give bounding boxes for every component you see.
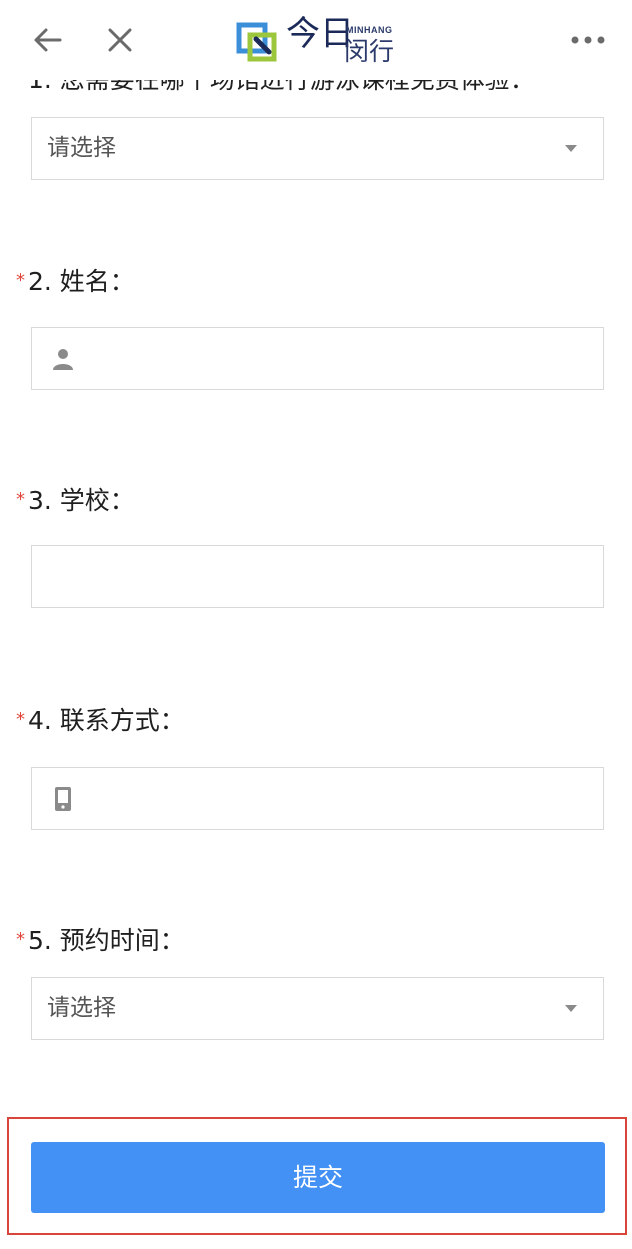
back-button[interactable] bbox=[26, 18, 70, 62]
question-4-text: 4. 联系方式： bbox=[28, 706, 185, 735]
phone-icon bbox=[55, 787, 71, 811]
school-input[interactable] bbox=[47, 546, 591, 609]
venue-select-value: 请选择 bbox=[47, 135, 116, 161]
submit-button[interactable]: 提交 bbox=[31, 1142, 605, 1213]
more-horizontal-icon bbox=[571, 36, 605, 44]
close-icon bbox=[108, 28, 132, 52]
required-mark: * bbox=[16, 929, 25, 950]
contact-field[interactable] bbox=[31, 767, 604, 831]
question-4-label: * 4. 联系方式： bbox=[16, 705, 185, 736]
more-button[interactable] bbox=[566, 18, 610, 62]
logo-chinese: 闵行 bbox=[344, 37, 395, 66]
contact-input[interactable] bbox=[90, 768, 594, 831]
question-3-text: 3. 学校： bbox=[28, 486, 135, 515]
question-5-text: 5. 预约时间： bbox=[28, 926, 185, 955]
required-mark: * bbox=[16, 270, 25, 291]
name-input[interactable] bbox=[90, 328, 594, 391]
question-2-text: 2. 姓名： bbox=[28, 267, 135, 296]
required-mark: * bbox=[16, 709, 25, 730]
person-icon bbox=[53, 349, 73, 370]
question-5-label: * 5. 预约时间： bbox=[16, 925, 185, 956]
caret-down-icon bbox=[565, 1005, 577, 1012]
arrow-left-icon bbox=[34, 28, 62, 52]
top-nav-bar: 今日 MINHANG 闵行 bbox=[0, 0, 632, 80]
logo-mark-icon bbox=[236, 22, 277, 62]
name-field[interactable] bbox=[31, 327, 604, 391]
close-button[interactable] bbox=[98, 18, 142, 62]
required-mark: * bbox=[16, 489, 25, 510]
time-select[interactable]: 请选择 bbox=[31, 977, 604, 1040]
logo-english: MINHANG bbox=[346, 25, 393, 35]
question-2-label: * 2. 姓名： bbox=[16, 266, 135, 297]
app-logo: 今日 MINHANG 闵行 bbox=[236, 12, 406, 70]
time-select-value: 请选择 bbox=[47, 995, 116, 1021]
venue-select[interactable]: 请选择 bbox=[31, 117, 604, 180]
school-field[interactable] bbox=[31, 545, 604, 609]
caret-down-icon bbox=[565, 145, 577, 152]
question-3-label: * 3. 学校： bbox=[16, 485, 135, 516]
